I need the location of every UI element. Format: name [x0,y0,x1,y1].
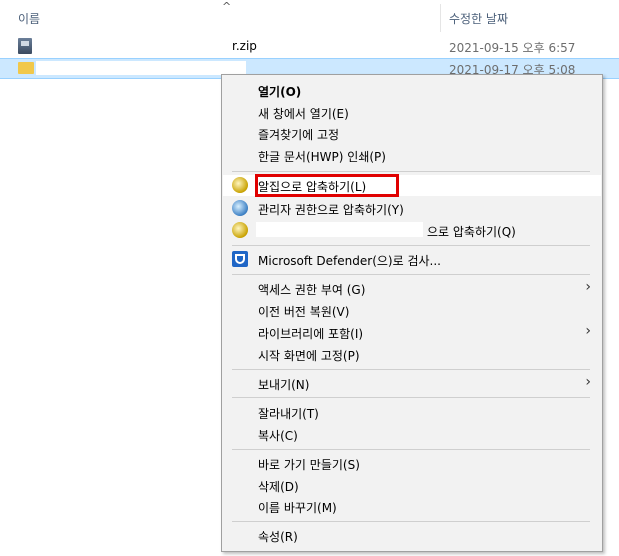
submenu-arrow-icon: › [585,279,591,295]
menu-item-label: 새 창에서 열기(E) [258,107,349,121]
menu-item-label: 잘라내기(T) [258,407,319,421]
menu-item-compress-to[interactable]: 으로 압축하기(Q) [223,220,601,241]
date-column-header[interactable]: 수정한 날짜 [449,10,508,27]
menu-item-label: 속성(R) [258,530,298,544]
menu-item-hwp-print[interactable]: 한글 문서(HWP) 인쇄(P) [223,145,601,166]
menu-item-label: 시작 화면에 고정(P) [258,349,360,363]
folder-icon [18,62,34,74]
menu-separator [232,245,590,246]
menu-item-defender-scan[interactable]: Microsoft Defender(으)로 검사... [223,249,601,270]
name-column-header[interactable]: 이름 [18,10,40,27]
submenu-arrow-icon: › [585,323,591,339]
redacted-archive-name [256,222,423,237]
menu-item-label: Microsoft Defender(으)로 검사... [258,254,441,268]
menu-item-create-shortcut[interactable]: 바로 가기 만들기(S) [223,453,601,474]
menu-item-pin-start[interactable]: 시작 화면에 고정(P) [223,344,601,365]
menu-item-label: 즐겨찾기에 고정 [258,128,340,142]
sort-ascending-icon: ^ [222,0,232,13]
menu-item-label: 바로 가기 만들기(S) [258,458,360,472]
menu-item-include-library[interactable]: 라이브러리에 포함(I) › [223,322,601,343]
menu-separator [232,397,590,398]
menu-item-cut[interactable]: 잘라내기(T) [223,402,601,423]
file-row[interactable]: r.zip 2021-09-15 오후 6:57 [0,37,619,57]
menu-item-label: 한글 문서(HWP) 인쇄(P) [258,150,386,164]
context-menu: 열기(O) 새 창에서 열기(E) 즐겨찾기에 고정 한글 문서(HWP) 인쇄… [221,74,603,552]
menu-separator [232,369,590,370]
menu-item-label: 으로 압축하기(Q) [427,225,516,239]
menu-item-grant-access[interactable]: 액세스 권한 부여 (G) › [223,278,601,299]
column-header: 이름 ^ 수정한 날짜 [0,0,619,34]
menu-item-label: 이전 버전 복원(V) [258,305,350,319]
menu-item-restore-versions[interactable]: 이전 버전 복원(V) [223,300,601,321]
menu-item-send-to[interactable]: 보내기(N) › [223,373,601,394]
menu-item-delete[interactable]: 삭제(D) [223,475,601,496]
menu-item-properties[interactable]: 속성(R) [223,525,601,546]
menu-item-pin-quick-access[interactable]: 즐겨찾기에 고정 [223,123,601,144]
menu-item-open[interactable]: 열기(O) [223,80,601,101]
submenu-arrow-icon: › [585,374,591,390]
menu-item-admin-compress[interactable]: 관리자 권한으로 압축하기(Y) [223,198,601,219]
defender-shield-icon [232,251,248,267]
admin-compress-icon [232,200,248,216]
menu-item-alzip-compress[interactable]: 알집으로 압축하기(L) [223,174,601,197]
zip-file-icon [18,38,32,54]
menu-item-open-new-window[interactable]: 새 창에서 열기(E) [223,102,601,123]
menu-separator [232,171,590,172]
file-name: r.zip [232,39,257,53]
menu-item-label: 열기(O) [258,85,302,99]
alzip-icon [232,222,248,238]
column-divider[interactable] [440,4,441,32]
menu-item-label: 삭제(D) [258,480,299,494]
menu-separator [232,274,590,275]
menu-item-rename[interactable]: 이름 바꾸기(M) [223,496,601,517]
menu-item-label: 보내기(N) [258,378,310,392]
alzip-icon [232,177,248,193]
menu-separator [232,449,590,450]
menu-item-label: 액세스 권한 부여 (G) [258,283,366,297]
menu-item-label: 복사(C) [258,429,298,443]
menu-separator [232,521,590,522]
file-date: 2021-09-15 오후 6:57 [449,41,576,55]
menu-item-label: 관리자 권한으로 압축하기(Y) [258,203,404,217]
redacted-folder-name [36,61,246,75]
menu-item-label: 라이브러리에 포함(I) [258,327,364,341]
menu-item-copy[interactable]: 복사(C) [223,424,601,445]
highlight-box [255,174,399,197]
menu-item-label: 이름 바꾸기(M) [258,501,337,515]
